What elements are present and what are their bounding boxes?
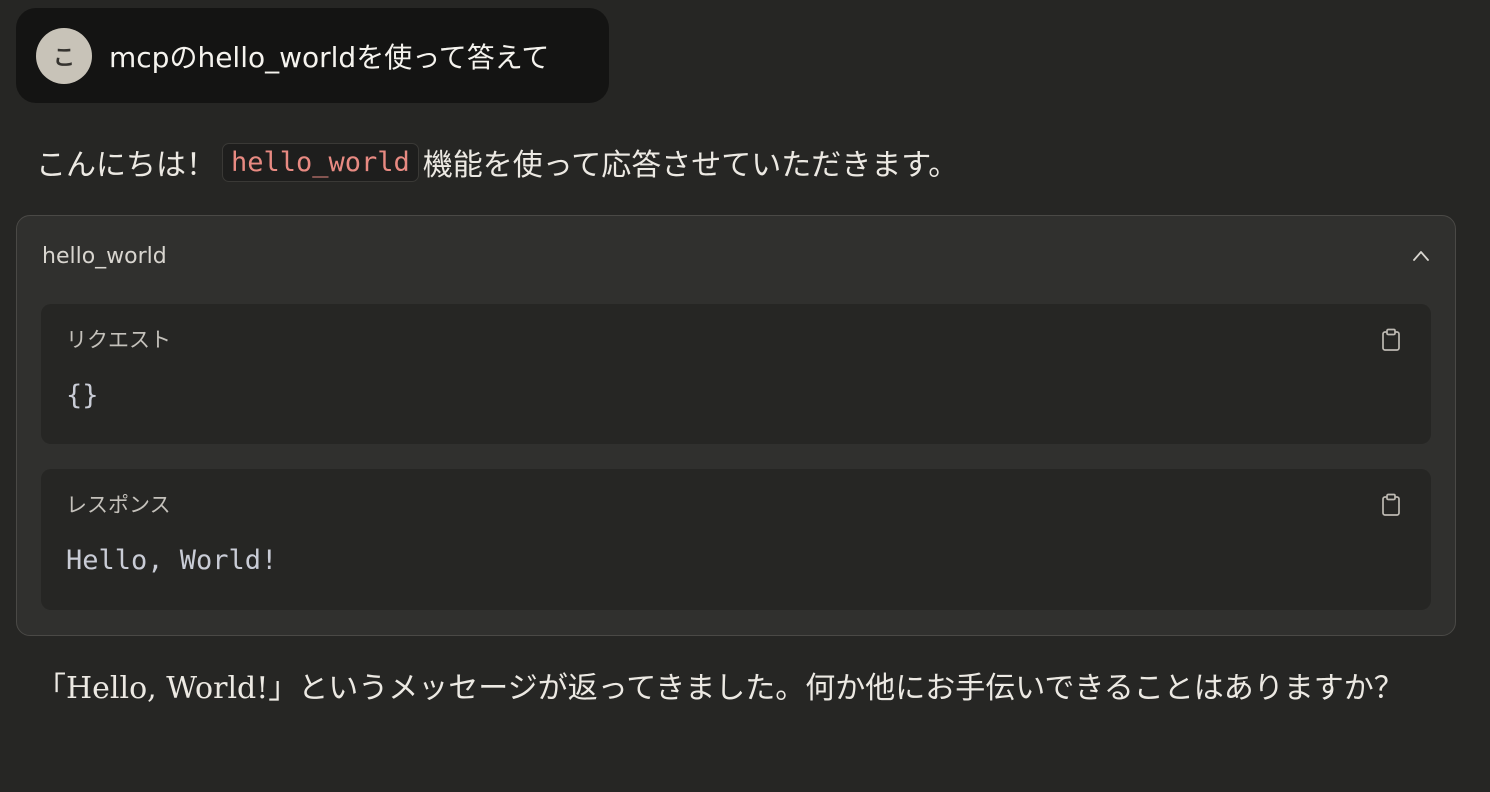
response-label: レスポンス bbox=[66, 493, 171, 517]
clipboard-icon[interactable] bbox=[1381, 328, 1401, 352]
response-section: レスポンス Hello, World! bbox=[41, 469, 1431, 610]
assistant-intro-suffix: 機能を使って応答させていただきます。 bbox=[422, 148, 959, 183]
user-avatar[interactable]: こ bbox=[36, 27, 92, 84]
request-body: {} bbox=[66, 380, 99, 411]
tool-call-panel: hello_world リクエスト {} レスポンス Hello, World! bbox=[16, 215, 1456, 636]
inline-code-tool-name: hello_world bbox=[222, 142, 419, 182]
user-message-text: mcpのhello_worldを使って答えて bbox=[109, 40, 550, 74]
assistant-intro-prefix: こんにちは！ bbox=[36, 148, 216, 183]
request-section: リクエスト {} bbox=[41, 304, 1431, 444]
assistant-intro: こんにちは！ hello_world 機能を使って応答させていただきます。 bbox=[36, 140, 958, 184]
chevron-up-icon[interactable] bbox=[1411, 246, 1431, 266]
request-label: リクエスト bbox=[66, 328, 171, 352]
tool-call-name[interactable]: hello_world bbox=[42, 244, 167, 269]
user-message-bubble: こ mcpのhello_worldを使って答えて bbox=[16, 8, 609, 103]
chat-page: こ mcpのhello_worldを使って答えて こんにちは！ hello_wo… bbox=[0, 0, 1490, 792]
assistant-closing: 「Hello, World!」というメッセージが返ってきました。何か他にお手伝い… bbox=[36, 671, 1404, 706]
response-body: Hello, World! bbox=[66, 545, 278, 576]
clipboard-icon[interactable] bbox=[1381, 493, 1401, 517]
